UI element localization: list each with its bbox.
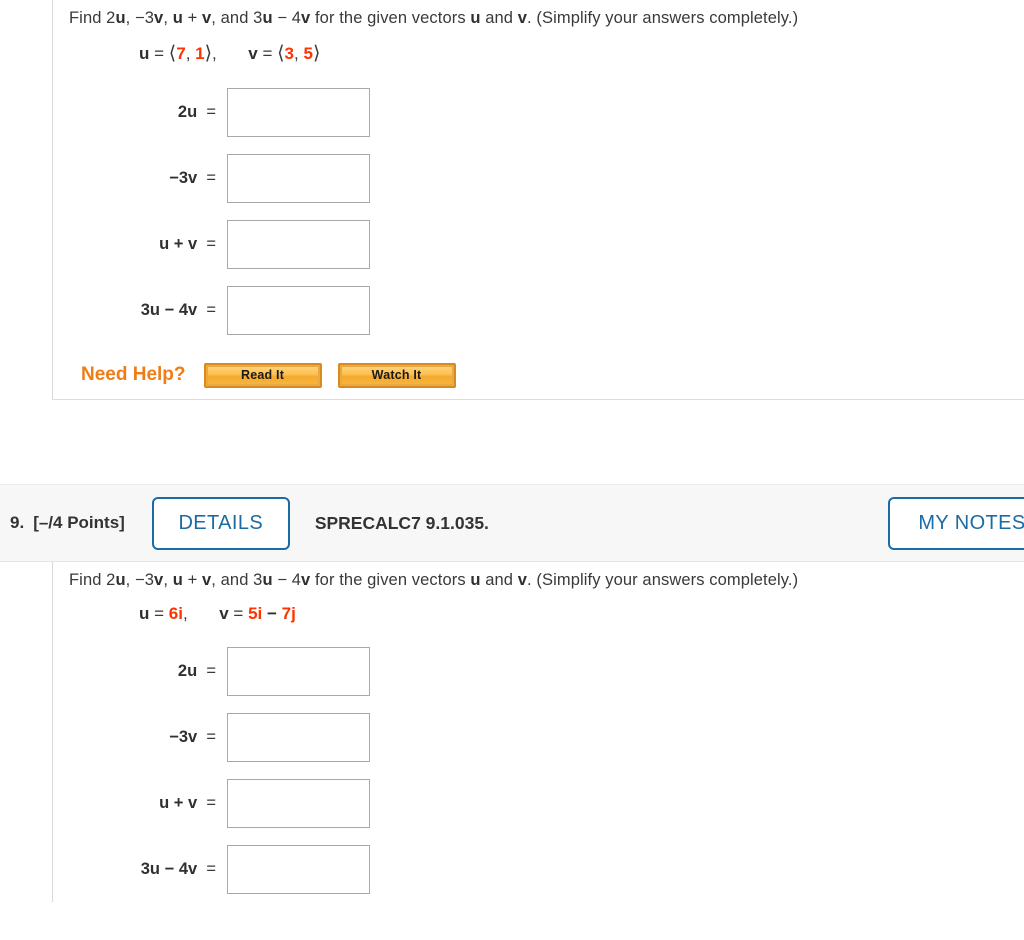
vector-u-label: u bbox=[139, 44, 150, 63]
answer-label-3u-minus-4v: 3u − 4v = bbox=[140, 859, 216, 878]
vector-u-value: 6i bbox=[168, 604, 183, 623]
question-9-header-wrap: 9. [–/4 Points] DETAILS SPRECALC7 9.1.03… bbox=[0, 484, 1024, 562]
question-8-prompt: Find 2u, −3v, u + v, and 3u − 4v for the… bbox=[69, 9, 799, 27]
vector-v-open-bracket: ⟨ bbox=[277, 43, 285, 64]
answer-label-u-plus-v: u + v = bbox=[159, 793, 216, 812]
answer-row: 3u − 4v = bbox=[53, 277, 1024, 343]
vector-u-equals: = bbox=[154, 44, 165, 63]
answer-input-2u[interactable] bbox=[227, 646, 370, 696]
my-notes-button[interactable]: MY NOTES bbox=[888, 496, 1024, 550]
question-8-vectors: u = ⟨7, 1⟩, v = ⟨3, 5⟩ bbox=[53, 28, 1024, 65]
vector-u-equals: = bbox=[154, 604, 165, 623]
question-9-answer-rows: 2u = −3v = u + v = 3u − 4v = bbox=[53, 638, 1024, 902]
vector-v-label: v bbox=[219, 604, 229, 623]
vector-v-equals: = bbox=[262, 44, 273, 63]
question-8-answer-rows: 2u = −3v = u + v = 3u − 4v = bbox=[53, 79, 1024, 343]
vector-v-label: v bbox=[248, 44, 258, 63]
answer-label-3u-minus-4v: 3u − 4v = bbox=[140, 300, 216, 319]
answer-row: 2u = bbox=[53, 79, 1024, 145]
answer-row: u + v = bbox=[53, 211, 1024, 277]
answer-label-minus3v: −3v = bbox=[169, 727, 216, 746]
question-code: SPRECALC7 9.1.035. bbox=[314, 512, 489, 533]
answer-input-3u-minus-4v[interactable] bbox=[227, 285, 370, 335]
vector-u-component-2: 1 bbox=[195, 44, 205, 63]
vector-u-component-1: 7 bbox=[176, 44, 186, 63]
vector-v-value-1: 5i bbox=[248, 604, 263, 623]
question-separator bbox=[0, 400, 1024, 484]
question-9-body: Find 2u, −3v, u + v, and 3u − 4v for the… bbox=[52, 562, 1024, 902]
vector-v-component-2: 5 bbox=[303, 44, 313, 63]
my-notes-label: MY NOTES bbox=[918, 511, 1024, 534]
question-points: [–/4 Points] bbox=[33, 513, 125, 532]
answer-input-2u[interactable] bbox=[227, 87, 370, 137]
vector-u-trailing-comma: , bbox=[182, 604, 188, 623]
answer-input-3u-minus-4v[interactable] bbox=[227, 844, 370, 894]
question-9-header: 9. [–/4 Points] DETAILS SPRECALC7 9.1.03… bbox=[0, 484, 1024, 562]
answer-row: u + v = bbox=[53, 770, 1024, 836]
answer-row: −3v = bbox=[53, 704, 1024, 770]
vector-v-close-bracket: ⟩ bbox=[312, 43, 321, 64]
vector-u-comma: , bbox=[185, 44, 191, 63]
vector-v-component-1: 3 bbox=[284, 44, 295, 63]
answer-label-2u: 2u = bbox=[177, 102, 216, 121]
vector-v-comma: , bbox=[294, 44, 299, 63]
answer-row: 2u = bbox=[53, 638, 1024, 704]
watch-it-button[interactable]: Watch It bbox=[337, 362, 456, 388]
watch-it-label: Watch It bbox=[371, 368, 422, 382]
vector-u-trailing-comma: , bbox=[212, 44, 217, 63]
vector-u-label: u bbox=[139, 604, 150, 623]
answer-input-minus3v[interactable] bbox=[227, 712, 370, 762]
vector-v-value-2: 7j bbox=[281, 604, 296, 623]
read-it-button[interactable]: Read It bbox=[203, 362, 322, 388]
question-number: 9. bbox=[10, 513, 25, 532]
read-it-label: Read It bbox=[240, 368, 285, 382]
answer-row: 3u − 4v = bbox=[53, 836, 1024, 902]
details-button[interactable]: DETAILS bbox=[151, 496, 290, 550]
answer-input-u-plus-v[interactable] bbox=[227, 219, 370, 269]
answer-label-2u: 2u = bbox=[177, 661, 216, 680]
vector-u-close-bracket: ⟩ bbox=[204, 43, 213, 64]
assignment-page: Find 2u, −3v, u + v, and 3u − 4v for the… bbox=[0, 0, 1024, 940]
need-help-section: Need Help? Read It Watch It bbox=[53, 343, 1024, 399]
details-label: DETAILS bbox=[178, 511, 264, 534]
question-9-vectors: u = 6i, v = 5i − 7j bbox=[53, 590, 1024, 624]
answer-input-minus3v[interactable] bbox=[227, 153, 370, 203]
need-help-label: Need Help? bbox=[81, 364, 186, 385]
answer-input-u-plus-v[interactable] bbox=[227, 778, 370, 828]
vector-v-equals: = bbox=[233, 604, 244, 623]
answer-label-u-plus-v: u + v = bbox=[159, 234, 216, 253]
question-8-body: Find 2u, −3v, u + v, and 3u − 4v for the… bbox=[52, 0, 1024, 400]
answer-row: −3v = bbox=[53, 145, 1024, 211]
vector-v-minus: − bbox=[266, 604, 277, 623]
question-9-prompt: Find 2u, −3v, u + v, and 3u − 4v for the… bbox=[69, 571, 799, 589]
answer-label-minus3v: −3v = bbox=[169, 168, 216, 187]
